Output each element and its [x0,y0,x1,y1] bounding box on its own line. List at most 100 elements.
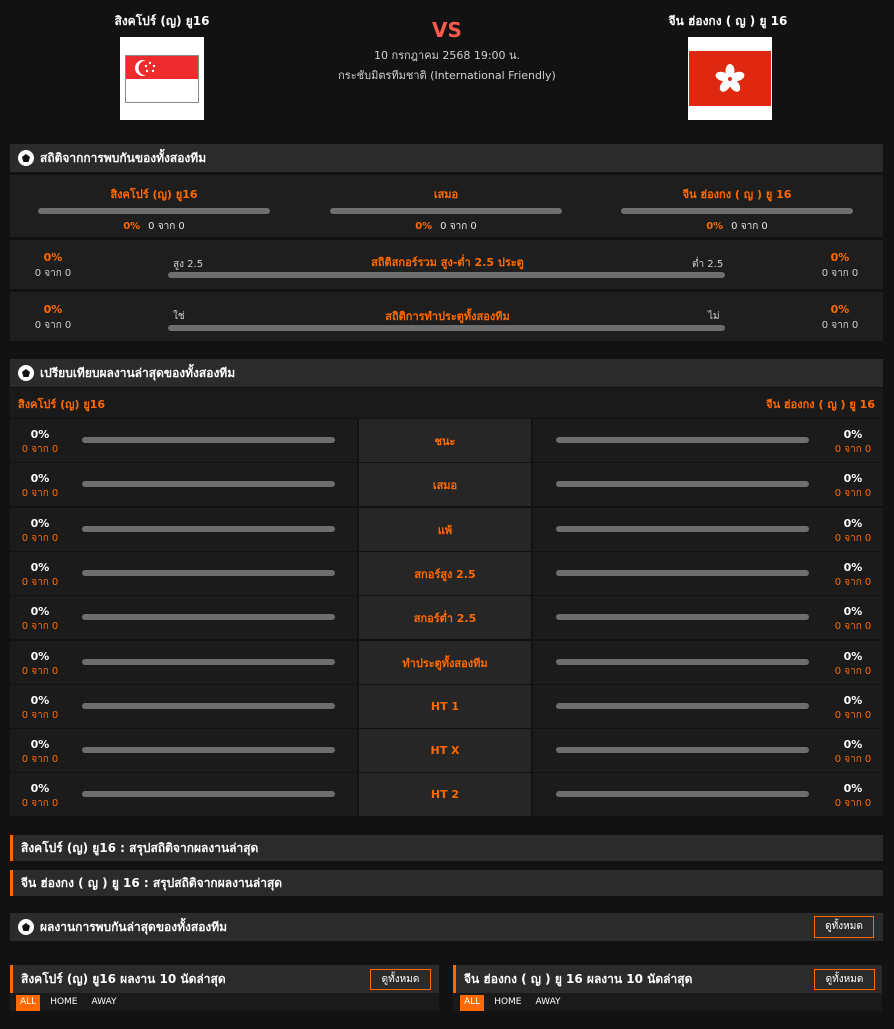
compare-row: 0% 0 จาก 0 ชนะ 0% 0 จาก 0 [10,419,883,463]
hong-kong-flag [688,37,772,120]
away-tab-all[interactable]: ALL [460,995,485,1011]
home-team-name: สิงคโปร์ (ญ) ยู16 [114,14,210,28]
compare-home-bar [82,747,335,753]
over-under-panel: 0% 0 จาก 0 สูง 2.5 สถิติสกอร์รวม สูง-ต่ำ… [10,240,883,289]
h2h-home-win: สิงคโปร์ (ญ) ยู16 0% 0 จาก 0 [38,185,270,234]
compare-home-bar [82,791,335,797]
compare-away-cell: 0% 0 จาก 0 [533,552,883,595]
compare-home-pct: 0% [30,782,50,795]
compare-home-bar [82,570,335,576]
compare-home-pct: 0% [30,517,50,530]
compare-home-count: 0 จาก 0 [21,710,59,721]
compare-away-cell: 0% 0 จาก 0 [533,773,883,816]
home-recent-view-all-button[interactable]: ดูทั้งหมด [370,969,431,990]
compare-home-count: 0 จาก 0 [21,666,59,677]
btts-title: สถิติการทำประตูทั้งสองทีม [385,310,510,323]
compare-away-count: 0 จาก 0 [834,798,872,809]
compare-home-cell: 0% 0 จาก 0 [10,641,357,684]
recent-h2h-title: ผลงานการพบกันล่าสุดของทั้งสองทีม [40,919,228,934]
compare-row-label: HT 1 [359,685,531,728]
compare-home-pct: 0% [30,428,50,441]
compare-row: 0% 0 จาก 0 HT 1 0% 0 จาก 0 [10,685,883,729]
ou-bar [168,272,725,278]
h2h-away-bar [621,208,853,214]
compare-away-count: 0 จาก 0 [834,666,872,677]
ou-under-label: ต่ำ 2.5 [692,259,724,270]
compare-away-cell: 0% 0 จาก 0 [533,641,883,684]
ou-left-count: 0 จาก 0 [34,268,72,279]
ou-right-count: 0 จาก 0 [821,268,859,279]
compare-away-pct: 0% [843,650,863,663]
away-tab-away[interactable]: AWAY [532,995,565,1011]
compare-home-cell: 0% 0 จาก 0 [10,508,357,551]
btts-left-pct: 0% [43,303,63,316]
h2h-home-label: สิงคโปร์ (ญ) ยู16 [110,188,198,201]
ou-left-pct: 0% [43,251,63,264]
btts-yes-label: ใช่ [173,311,185,322]
away-team-name: จีน ฮ่องกง ( ญ ) ยู 16 [668,14,788,28]
compare-home-team: สิงคโปร์ (ญ) ยู16 [18,398,106,411]
home-tab-home[interactable]: HOME [46,995,81,1011]
btts-panel: 0% 0 จาก 0 ใช่ สถิติการทำประตูทั้งสองทีม… [10,292,883,341]
compare-home-cell: 0% 0 จาก 0 [10,552,357,595]
btts-left-count: 0 จาก 0 [34,320,72,331]
btts-bar [168,325,725,331]
compare-home-count: 0 จาก 0 [21,577,59,588]
away-recent-view-all-button[interactable]: ดูทั้งหมด [814,969,875,990]
compare-away-bar [556,570,809,576]
compare-row: 0% 0 จาก 0 ทำประตูทั้งสองทีม 0% 0 จาก 0 [10,641,883,685]
h2h-away-label: จีน ฮ่องกง ( ญ ) ยู 16 [682,188,792,201]
compare-home-pct: 0% [30,650,50,663]
compare-away-cell: 0% 0 จาก 0 [533,729,883,772]
h2h-title: สถิติจากการพบกันของทั้งสองทีม [40,150,207,165]
compare-home-bar [82,526,335,532]
compare-home-pct: 0% [30,561,50,574]
away-tab-home[interactable]: HOME [490,995,525,1011]
recent-h2h-header: ผลงานการพบกันล่าสุดของทั้งสองทีม [10,913,883,941]
compare-row: 0% 0 จาก 0 แพ้ 0% 0 จาก 0 [10,508,883,552]
compare-home-cell: 0% 0 จาก 0 [10,463,357,506]
compare-home-bar [82,703,335,709]
home-summary-header[interactable]: สิงคโปร์ (ญ) ยู16 : สรุปสถิติจากผลงานล่า… [10,835,883,861]
compare-row-label: ทำประตูทั้งสองทีม [359,641,531,684]
soccer-ball-icon [18,919,34,935]
compare-home-bar [82,659,335,665]
compare-away-team: จีน ฮ่องกง ( ญ ) ยู 16 [766,398,875,411]
compare-row: 0% 0 จาก 0 สกอร์ต่ำ 2.5 0% 0 จาก 0 [10,596,883,640]
compare-home-bar [82,481,335,487]
h2h-results-panel: สิงคโปร์ (ญ) ยู16 0% 0 จาก 0 เสมอ 0% 0 จาก… [10,175,883,237]
compare-away-bar [556,659,809,665]
soccer-ball-icon [18,150,34,166]
compare-away-cell: 0% 0 จาก 0 [533,685,883,728]
compare-team-names: สิงคโปร์ (ญ) ยู16 จีน ฮ่องกง ( ญ ) ยู 16 [10,388,883,418]
h2h-home-bar [38,208,270,214]
compare-away-cell: 0% 0 จาก 0 [533,596,883,639]
compare-home-pct: 0% [30,605,50,618]
h2h-away-count: 0 จาก 0 [731,221,768,232]
home-tab-all[interactable]: ALL [16,995,41,1011]
compare-row-label: HT X [359,729,531,772]
away-summary-header[interactable]: จีน ฮ่องกง ( ญ ) ยู 16 : สรุปสถิติจากผลง… [10,870,883,896]
compare-home-cell: 0% 0 จาก 0 [10,685,357,728]
match-datetime: 10 กรกฎาคม 2568 19:00 น. [373,49,521,62]
home-recent-tabs: ALL HOME AWAY [16,995,121,1011]
compare-row: 0% 0 จาก 0 สกอร์สูง 2.5 0% 0 จาก 0 [10,552,883,596]
compare-row: 0% 0 จาก 0 HT X 0% 0 จาก 0 [10,729,883,773]
h2h-draw: เสมอ 0% 0 จาก 0 [330,185,562,234]
compare-away-count: 0 จาก 0 [834,710,872,721]
compare-away-pct: 0% [843,472,863,485]
ou-right-pct: 0% [830,251,850,264]
away-recent-tabs: ALL HOME AWAY [460,995,565,1011]
compare-away-count: 0 จาก 0 [834,533,872,544]
compare-row: 0% 0 จาก 0 เสมอ 0% 0 จาก 0 [10,463,883,507]
compare-section-header: เปรียบเทียบผลงานล่าสุดของทั้งสองทีม [10,359,883,387]
compare-away-pct: 0% [843,517,863,530]
compare-home-cell: 0% 0 จาก 0 [10,729,357,772]
home-tab-away[interactable]: AWAY [88,995,121,1011]
soccer-ball-icon [18,365,34,381]
compare-home-pct: 0% [30,694,50,707]
h2h-away-win: จีน ฮ่องกง ( ญ ) ยู 16 0% 0 จาก 0 [621,185,853,234]
recent-h2h-view-all-button[interactable]: ดูทั้งหมด [814,916,874,938]
compare-home-pct: 0% [30,472,50,485]
h2h-draw-label: เสมอ [433,188,459,201]
